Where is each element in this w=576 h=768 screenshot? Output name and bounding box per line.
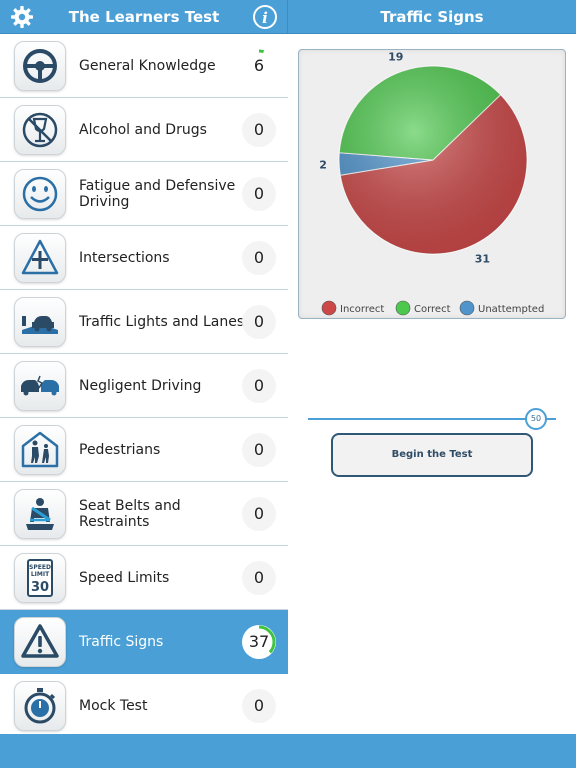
no-alcohol-icon bbox=[22, 112, 58, 148]
results-pie-chart: 31 2 19 Incorrect Correct Unattempted bbox=[319, 51, 544, 316]
category-speed-limits[interactable]: SPEED LIMIT 30 Speed Limits 0 bbox=[0, 546, 288, 610]
settings-button[interactable] bbox=[9, 4, 35, 30]
category-label: Fatigue and Defensive Driving bbox=[79, 178, 236, 210]
pie-value-label: 31 bbox=[475, 252, 490, 265]
score-badge: 0 bbox=[242, 561, 276, 595]
score-badge: 0 bbox=[242, 433, 276, 467]
category-label: General Knowledge bbox=[79, 58, 216, 74]
legend-swatch-unattempted bbox=[459, 300, 475, 316]
category-label: Mock Test bbox=[79, 698, 148, 714]
score-badge: 0 bbox=[242, 689, 276, 723]
intersection-sign-icon bbox=[21, 239, 59, 275]
category-traffic-lights-and-lanes[interactable]: Traffic Lights and Lanes 0 bbox=[0, 290, 288, 354]
category-label: Speed Limits bbox=[79, 570, 170, 586]
score-badge: 0 bbox=[242, 497, 276, 531]
svg-text:30: 30 bbox=[31, 580, 49, 595]
category-sidebar: General Knowledge 6 Alcohol and Drugs 0 bbox=[0, 34, 288, 738]
results-chart-panel: 31 2 19 Incorrect Correct Unattempted bbox=[298, 49, 566, 319]
category-intersections[interactable]: Intersections 0 bbox=[0, 226, 288, 290]
question-count-slider[interactable]: 50 bbox=[308, 408, 556, 432]
detail-pane: 31 2 19 Incorrect Correct Unattempted 50 Beg… bbox=[288, 34, 576, 734]
info-icon: i bbox=[253, 5, 277, 29]
category-label: Traffic Signs bbox=[79, 634, 164, 650]
pie-sheen bbox=[339, 66, 527, 254]
slider-thumb[interactable]: 50 bbox=[525, 408, 547, 430]
traffic-lanes-icon bbox=[22, 316, 58, 334]
warning-triangle-icon bbox=[21, 624, 59, 658]
category-mock-test[interactable]: Mock Test 0 bbox=[0, 674, 288, 738]
pie-value-label: 2 bbox=[319, 159, 327, 172]
car-crash-icon bbox=[21, 375, 59, 396]
category-label: Pedestrians bbox=[79, 442, 161, 458]
category-general-knowledge[interactable]: General Knowledge 6 bbox=[0, 34, 288, 98]
seat-belt-icon bbox=[26, 498, 54, 530]
svg-text:i: i bbox=[262, 9, 268, 27]
section-title: Traffic Signs bbox=[380, 8, 484, 26]
score-badge: 6 bbox=[242, 49, 276, 83]
bottom-bar bbox=[0, 734, 576, 768]
steering-wheel-icon bbox=[23, 49, 57, 83]
category-pedestrians[interactable]: Pedestrians 0 bbox=[0, 418, 288, 482]
pedestrian-sign-icon bbox=[21, 431, 59, 468]
score-badge: 0 bbox=[242, 369, 276, 403]
smiley-face-icon bbox=[22, 176, 58, 212]
category-alcohol-and-drugs[interactable]: Alcohol and Drugs 0 bbox=[0, 98, 288, 162]
legend-swatch-incorrect bbox=[321, 300, 337, 316]
category-label: Negligent Driving bbox=[79, 378, 202, 394]
legend-label-incorrect: Incorrect bbox=[340, 304, 384, 315]
category-negligent-driving[interactable]: Negligent Driving 0 bbox=[0, 354, 288, 418]
score-badge: 0 bbox=[242, 241, 276, 275]
category-label: Traffic Lights and Lanes bbox=[79, 314, 245, 330]
category-label: Seat Belts and Restraints bbox=[79, 498, 181, 530]
legend-label-unattempted: Unattempted bbox=[478, 304, 544, 315]
legend-swatch-correct bbox=[395, 300, 411, 316]
score-badge: 37 bbox=[242, 625, 276, 659]
category-traffic-signs[interactable]: Traffic Signs 37 bbox=[0, 610, 288, 674]
category-label: Intersections bbox=[79, 250, 170, 266]
score-badge: 0 bbox=[242, 113, 276, 147]
info-button[interactable]: i bbox=[252, 4, 278, 30]
gear-icon bbox=[11, 6, 33, 28]
pie-value-label: 19 bbox=[388, 51, 403, 64]
legend-label-correct: Correct bbox=[414, 304, 451, 315]
category-label: Alcohol and Drugs bbox=[79, 122, 207, 138]
stopwatch-icon bbox=[24, 688, 56, 724]
svg-text:SPEED: SPEED bbox=[29, 564, 51, 571]
score-badge: 0 bbox=[242, 305, 276, 339]
begin-test-button[interactable]: Begin the Test bbox=[331, 433, 533, 477]
svg-text:LIMIT: LIMIT bbox=[31, 571, 50, 578]
top-bar: The Learners Test i Traffic Signs bbox=[0, 0, 576, 34]
speed-limit-sign-icon: SPEED LIMIT 30 bbox=[27, 559, 53, 597]
slider-track bbox=[308, 418, 556, 420]
score-badge: 0 bbox=[242, 177, 276, 211]
category-seat-belts-and-restraints[interactable]: Seat Belts and Restraints 0 bbox=[0, 482, 288, 546]
app-title: The Learners Test bbox=[68, 8, 220, 26]
category-fatigue-and-defensive-driving[interactable]: Fatigue and Defensive Driving 0 bbox=[0, 162, 288, 226]
